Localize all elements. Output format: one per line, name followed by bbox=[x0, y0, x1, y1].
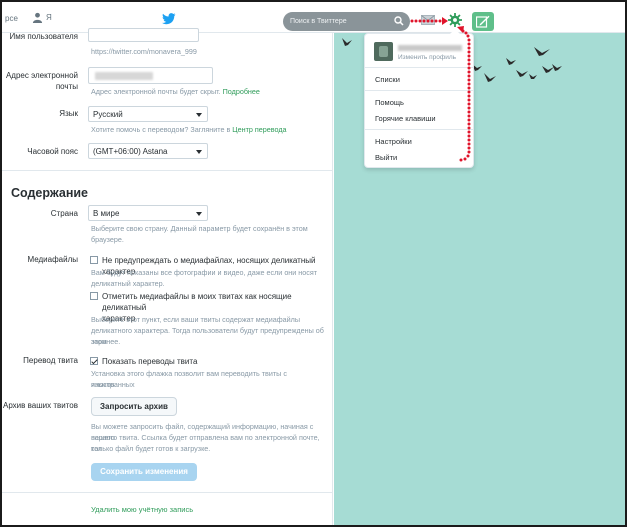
edit-profile-link[interactable]: Изменить профиль bbox=[398, 54, 456, 61]
menu-item-shortcuts[interactable]: Горячие клавиши bbox=[375, 114, 436, 123]
dropdown-caret bbox=[450, 29, 460, 34]
archive-label: Архив ваших твитов bbox=[2, 401, 78, 410]
search-box bbox=[283, 12, 410, 31]
language-select[interactable]: Русский bbox=[88, 106, 208, 122]
dropdown-separator bbox=[365, 129, 473, 130]
country-hint-line2: браузере. bbox=[91, 235, 124, 244]
translate-hint-line1: Установка этого флажка позволит вам пере… bbox=[91, 369, 287, 389]
translate-checkbox[interactable] bbox=[90, 357, 98, 365]
timezone-select[interactable]: (GMT+06:00) Astana bbox=[88, 143, 208, 159]
language-label: Язык bbox=[59, 109, 78, 118]
email-redacted bbox=[95, 72, 153, 80]
menu-item-logout[interactable]: Выйти bbox=[375, 153, 397, 162]
language-hint: Хотите помочь с переводом? Загляните в Ц… bbox=[91, 125, 287, 134]
footer-divider bbox=[2, 492, 333, 493]
settings-panel: Имя пользователя https://twitter.com/mon… bbox=[2, 28, 333, 525]
search-input[interactable] bbox=[290, 18, 394, 25]
media-opt1-hint-line2: деликатный характер. bbox=[91, 279, 165, 288]
dropdown-separator bbox=[365, 67, 473, 68]
menu-item-lists[interactable]: Списки bbox=[375, 75, 400, 84]
save-changes-button[interactable]: Сохранить изменения bbox=[91, 463, 197, 481]
archive-hint-line3: только файл будет готов к загрузке. bbox=[91, 444, 211, 453]
email-more-link[interactable]: Подробнее bbox=[223, 87, 260, 96]
media-no-warning-checkbox[interactable] bbox=[90, 256, 98, 264]
media-opt1-hint-line1: Вам будут показаны все фотографии и виде… bbox=[91, 268, 318, 277]
bird-icon bbox=[342, 38, 352, 46]
chevron-down-icon bbox=[196, 212, 202, 216]
bird-icon bbox=[529, 74, 537, 79]
section-divider bbox=[2, 170, 333, 171]
chevron-down-icon bbox=[196, 113, 202, 117]
email-label-line2: почты bbox=[55, 82, 78, 91]
dropdown-username-redacted bbox=[398, 45, 462, 51]
content-section-title: Содержание bbox=[11, 186, 89, 200]
username-url: https://twitter.com/monavera_999 bbox=[91, 47, 197, 56]
bird-icon bbox=[542, 66, 554, 73]
bird-icon bbox=[506, 58, 516, 65]
email-input[interactable] bbox=[88, 67, 213, 84]
nav-item-me-label: Я bbox=[46, 13, 52, 22]
translate-hint-line2: языков. bbox=[91, 380, 117, 389]
country-select[interactable]: В мире bbox=[88, 205, 208, 221]
request-archive-button[interactable]: Запросить архив bbox=[91, 397, 177, 416]
username-label: Имя пользователя bbox=[9, 32, 78, 41]
menu-item-help[interactable]: Помощь bbox=[375, 98, 404, 107]
media-opt2-hint-line2: деликатного характера. Тогда пользовател… bbox=[91, 326, 324, 346]
compose-icon bbox=[476, 15, 490, 28]
chevron-down-icon bbox=[196, 150, 202, 154]
user-dropdown-menu: Изменить профиль Списки Помощь Горячие к… bbox=[364, 29, 474, 168]
bird-icon bbox=[516, 70, 528, 77]
bird-icon bbox=[534, 47, 550, 56]
timezone-label: Часовой пояс bbox=[27, 147, 78, 156]
nav-item-fragment[interactable]: рсе bbox=[5, 14, 18, 23]
media-label: Медиафайлы bbox=[27, 255, 78, 264]
avatar[interactable] bbox=[374, 42, 393, 61]
email-label-line1: Адрес электронной bbox=[5, 71, 78, 80]
country-hint-line1: Выберите свою страну. Данный параметр бу… bbox=[91, 224, 308, 233]
translate-option[interactable]: Показать переводы твита bbox=[90, 356, 197, 367]
twitter-bird-icon[interactable] bbox=[162, 13, 176, 25]
media-mark-sensitive-checkbox[interactable] bbox=[90, 292, 98, 300]
search-icon[interactable] bbox=[394, 16, 404, 26]
nav-item-me[interactable]: Я bbox=[32, 12, 52, 23]
mail-icon[interactable] bbox=[421, 15, 435, 25]
media-opt2-hint-line1: Выберите этот пункт, если ваши твиты сод… bbox=[91, 315, 301, 324]
app-window: рсе Я Поиск в Твиттере Имя пользователя … bbox=[0, 0, 627, 527]
translation-center-link[interactable]: Центр перевода bbox=[232, 125, 286, 134]
menu-item-settings[interactable]: Настройки bbox=[375, 137, 412, 146]
username-input[interactable] bbox=[88, 28, 199, 42]
translate-label: Перевод твита bbox=[23, 356, 78, 365]
email-hint: Адрес электронной почты будет скрыт. Под… bbox=[91, 87, 260, 96]
bird-icon bbox=[552, 64, 562, 71]
gear-icon[interactable] bbox=[448, 13, 462, 27]
media-opt2-hint-line3: заранее. bbox=[91, 337, 121, 346]
delete-account-link[interactable]: Удалить мою учётную запись bbox=[91, 505, 193, 514]
country-label: Страна bbox=[50, 209, 78, 218]
bird-icon bbox=[484, 73, 496, 82]
person-icon bbox=[32, 12, 43, 23]
compose-tweet-button[interactable] bbox=[472, 12, 494, 31]
dropdown-separator bbox=[365, 90, 473, 91]
